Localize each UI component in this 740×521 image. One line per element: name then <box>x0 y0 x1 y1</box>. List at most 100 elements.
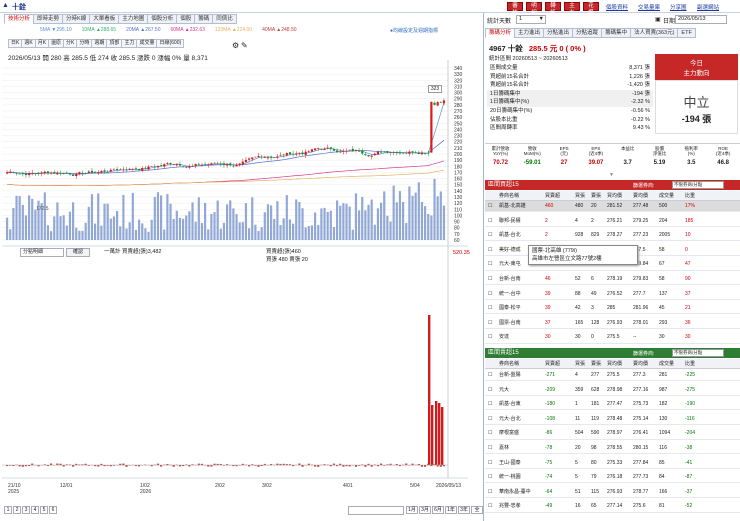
share-link[interactable]: 分享圖 <box>670 3 687 11</box>
tab-peers[interactable]: 同儕比 <box>212 14 237 24</box>
period-select[interactable]: 1 ▼ <box>516 15 546 24</box>
checkbox[interactable]: ☐ <box>488 230 492 241</box>
table-row[interactable]: ☐ 兆豐-忠孝 -49 16 65 277.14 275.6 81 -52 <box>485 501 740 513</box>
checkbox[interactable]: ☐ <box>488 289 492 300</box>
period-button[interactable]: 全 <box>471 506 483 514</box>
table-row[interactable]: ☐ 王山-國泰 -75 5 80 275.33 277.84 85 -41 <box>485 458 740 469</box>
table-row[interactable]: ☐ 國票-台南 37 165 128 276.93 278.01 293 36 <box>485 318 740 329</box>
page-button[interactable]: 6 <box>49 506 57 514</box>
audit-button[interactable]: 審核 <box>507 2 523 16</box>
tab-stock[interactable]: 個股 <box>176 14 196 24</box>
table-row[interactable]: ☐ 華南永昌-臺中 -64 51 115 276.93 278.77 166 -37 <box>485 487 740 498</box>
chips-tab[interactable]: 主力進出 <box>514 28 545 38</box>
checkbox[interactable]: ☐ <box>488 216 492 227</box>
chips-tab[interactable]: 法人買賣(363元) <box>630 28 679 38</box>
table-row[interactable]: ☐ 元大 -209 359 628 278.98 277.16 987 -275 <box>485 385 740 396</box>
expand-chevron-icon[interactable]: ▼ <box>609 172 614 178</box>
butterfly-button[interactable]: 花蝶 <box>583 2 599 16</box>
period-button[interactable]: 6月 <box>432 506 444 514</box>
checkbox[interactable]: ☐ <box>488 245 492 256</box>
volume-link[interactable]: 交易量庫 <box>638 3 660 11</box>
chips-tab[interactable]: 籌碼集中 <box>601 28 632 38</box>
checkbox[interactable]: ☐ <box>488 274 492 285</box>
checkbox[interactable]: ☐ <box>488 487 492 498</box>
candle-body <box>103 170 106 172</box>
major-button[interactable]: 主力 <box>564 2 580 16</box>
table-row[interactable]: ☐ 台新-盤陽 -271 4 277 275.5 277.3 281 -225 <box>485 370 740 382</box>
checkbox[interactable]: ☐ <box>488 501 492 512</box>
checkbox[interactable]: ☐ <box>488 318 492 329</box>
chart-tool-button[interactable]: 週期 <box>91 39 108 48</box>
checkbox[interactable]: ☐ <box>488 458 492 469</box>
period-button[interactable]: 3月 <box>419 506 431 514</box>
page-button[interactable]: 3 <box>22 506 30 514</box>
table-row[interactable]: ☐ 摩根富盛 -86 504 590 278.97 276.41 1094 -204 <box>485 428 740 440</box>
tab-minute-k[interactable]: 分時K線 <box>62 14 91 24</box>
checkbox[interactable]: ☐ <box>488 303 492 314</box>
transfer-button[interactable]: 轉帳 <box>545 2 561 16</box>
tab-intraday[interactable]: 即時走勢 <box>33 14 64 24</box>
chips-tab[interactable]: 分點追蹤 <box>572 28 603 38</box>
chips-tab[interactable]: ETF <box>677 28 696 38</box>
buy-filter-select[interactable]: 不限券商/分點 <box>672 181 724 189</box>
site-link[interactable]: 副選網站 <box>697 3 719 11</box>
sub-indicator-select[interactable]: 分點明細 <box>20 248 64 257</box>
checkbox[interactable]: ☐ <box>488 443 492 454</box>
chart-tool-button[interactable]: 成交量 <box>136 39 158 48</box>
checkbox[interactable]: ☐ <box>488 472 492 483</box>
tab-technical[interactable]: 技術分析 <box>4 14 35 24</box>
table-row[interactable]: ☐ 統一-台中 39 88 49 276.52 277.7 137 37 <box>485 289 740 300</box>
confirm-button[interactable]: 確認 <box>66 248 90 257</box>
period-button[interactable]: 1年 <box>445 506 457 514</box>
tab-big-order[interactable]: 大單看板 <box>89 14 120 24</box>
table-row[interactable]: ☐ 國泰-松平 39 42 3 285 281.96 45 21 <box>485 303 740 315</box>
stock-info-link[interactable]: 個股資料 <box>606 3 628 11</box>
chart-tool-button[interactable]: 日線(600) <box>156 39 185 48</box>
page-button[interactable]: 1 <box>4 506 12 514</box>
calendar-icon[interactable]: ▣ <box>655 16 661 23</box>
period-button[interactable]: 3年 <box>458 506 470 514</box>
detail-button[interactable]: 明細 <box>526 2 542 16</box>
date-range-input[interactable] <box>348 506 404 515</box>
chips-tab[interactable]: 分點進出 <box>543 28 574 38</box>
table-row[interactable]: ☐ 統一-桃園 -74 5 79 276.18 277.73 84 -87 <box>485 472 740 484</box>
chart-tool-button[interactable]: 主力 <box>121 39 138 48</box>
table-row[interactable]: ☐ 元大-台北 -108 11 119 278.48 275.14 130 -116 <box>485 414 740 425</box>
chart-tool-button[interactable]: 日K <box>8 39 23 48</box>
sell-filter-select[interactable]: 不限券商/分點 <box>672 349 724 357</box>
chart-tool-button[interactable]: 還原 <box>48 39 65 48</box>
checkbox[interactable]: ☐ <box>488 414 492 425</box>
chart-tool-button[interactable]: 分K <box>63 39 78 48</box>
chart-tool-button[interactable]: 頂部 <box>106 39 123 48</box>
gear-icon[interactable]: ⚙ <box>232 41 239 50</box>
page-button[interactable]: 4 <box>31 506 39 514</box>
table-row[interactable]: ☐ 凱基-台北 2 928 829 278.27 277.23 2005 10 <box>485 230 740 242</box>
candlestick-chart[interactable]: 3403303203103002902802702602502402302202… <box>0 60 470 500</box>
table-row[interactable]: ☐ 安達 30 30 0 275.5 -- 30 30 <box>485 332 740 344</box>
checkbox[interactable]: ☐ <box>488 399 492 410</box>
tab-chips[interactable]: 籌碼 <box>194 14 214 24</box>
page-button[interactable]: 5 <box>40 506 48 514</box>
checkbox[interactable]: ☐ <box>488 428 492 439</box>
pencil-icon[interactable]: ✎ <box>241 41 248 50</box>
checkbox[interactable]: ☐ <box>488 370 492 381</box>
tab-stock-analysis[interactable]: 個股分析 <box>147 14 178 24</box>
table-row[interactable]: ☐ 台新-台南 46 52 6 278.19 279.83 58 90 <box>485 274 740 286</box>
checkbox[interactable]: ☐ <box>488 332 492 343</box>
tab-major-map[interactable]: 主力地圖 <box>118 14 149 24</box>
table-row[interactable]: ☐ 凱基-台東 -180 1 181 277.47 275.73 182 -190 <box>485 399 740 411</box>
checkbox[interactable]: ☐ <box>488 259 492 270</box>
checkbox[interactable]: ☐ <box>488 201 492 212</box>
chart-tool-button[interactable]: 分時 <box>76 39 93 48</box>
chart-tool-button[interactable]: 週K <box>21 39 36 48</box>
page-button[interactable]: 2 <box>13 506 21 514</box>
table-row[interactable]: ☐ 凱基-北高雄 460 480 20 281.52 277.48 500 17% <box>485 201 740 213</box>
date-input[interactable]: 2026/05/13 <box>675 15 727 24</box>
checkbox[interactable]: ☐ <box>488 385 492 396</box>
chips-tab[interactable]: 籌碼分析 <box>485 28 516 38</box>
table-row[interactable]: ☐ 聯邦-民權 2 4 2 276.21 279.25 204 185 <box>485 216 740 227</box>
ma-settings-link[interactable]: ●均線設定及週期指標 <box>390 27 438 34</box>
period-button[interactable]: 1月 <box>406 506 418 514</box>
chart-tool-button[interactable]: 月K <box>34 39 50 48</box>
table-row[interactable]: ☐ 嘉林 -78 20 98 278.55 280.15 116 -38 <box>485 443 740 455</box>
